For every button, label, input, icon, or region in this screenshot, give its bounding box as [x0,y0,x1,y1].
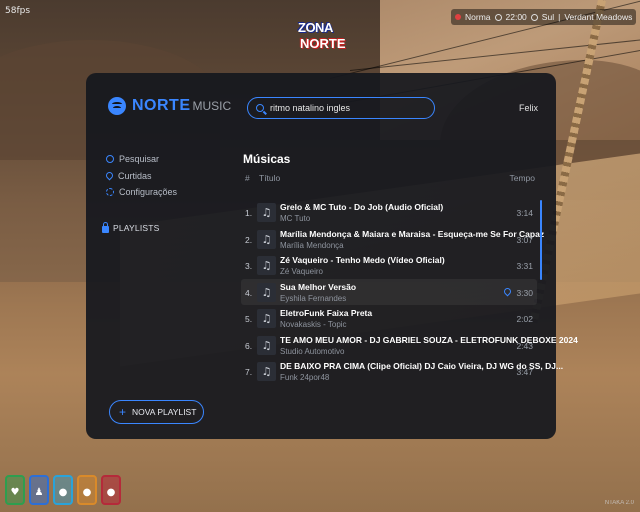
health-icon: ♥ [5,475,25,505]
music-app-window: NORTE MUSIC Felix Pesquisar Curtidas Con… [86,73,578,439]
music-note-icon: ♫ [257,362,276,381]
fps-counter: 58fps [5,6,31,16]
status-label: Norma [465,12,491,22]
track-duration: 3:07 [516,234,533,245]
track-title: Marília Mendonça & Maiara e Maraisa - Es… [280,228,545,239]
playlists-header[interactable]: PLAYLISTS [102,222,160,233]
track-duration: 2:43 [516,340,533,351]
track-row[interactable]: 7. ♫ DE BAIXO PRA CIMA (Clipe Oficial) D… [241,358,563,385]
track-number: 7. [245,367,253,377]
track-artist: Studio Automotivo [280,346,345,356]
watermark: NTAKA 2.0 [604,500,634,506]
thirst-icon: ● [53,475,73,505]
search-icon [106,155,114,164]
search-icon [256,104,264,112]
track-duration: 3:30 [516,287,533,298]
sidebar-nav: Pesquisar Curtidas Configurações [104,151,177,201]
search-box[interactable] [247,97,435,119]
track-artist: Funk 24por48 [280,373,330,382]
track-artist: MC Tuto [280,214,311,223]
track-duration: 2:02 [516,314,533,324]
track-title: TE AMO MEU AMOR - DJ GABRIEL SOUZA - ELE… [280,334,578,345]
track-row[interactable]: 3. ♫ Zé Vaqueiro - Tenho Medo (Vídeo Ofi… [241,252,537,279]
lock-icon [102,222,109,233]
track-title: Zé Vaqueiro - Tenho Medo (Vídeo Oficial) [280,255,445,265]
server-logo: ZONA NORTE [294,20,346,54]
brand-primary: NORTE [132,97,191,114]
track-duration: 3:14 [516,208,533,218]
scrollbar[interactable] [540,200,542,280]
sidebar-item-label: Curtidas [118,170,152,181]
track-artist: Marília Mendonça [280,240,344,250]
clock-icon [494,13,502,21]
track-title: EletroFunk Faixa Preta [280,308,373,318]
playlists-label: PLAYLISTS [113,223,160,233]
track-title: Grelo & MC Tuto - Do Job (Audio Oficial) [280,202,444,212]
column-time: Tempo [509,173,535,183]
sidebar-item-configuracoes[interactable]: Configurações [106,184,177,201]
track-row[interactable]: 1. ♫ Grelo & MC Tuto - Do Job (Audio Ofi… [241,199,537,226]
logo-line2: NORTE [300,36,346,51]
track-duration: 3:47 [516,367,533,377]
sidebar-item-label: Configurações [119,187,178,198]
status-bar: Norma 22:00 Sul | Verdant Meadows [451,9,637,25]
sidebar-item-pesquisar[interactable]: Pesquisar [106,151,177,168]
track-duration: 3:31 [516,261,533,271]
music-note-icon: ♫ [257,335,276,355]
track-row[interactable]: 2. ♫ Marília Mendonça & Maiara e Maraisa… [241,226,544,253]
track-number: 6. [245,340,253,351]
separator: | [558,12,561,22]
sidebar-item-curtidas[interactable]: Curtidas [104,168,177,185]
stress-icon: ● [101,475,121,505]
music-note-icon: ♫ [257,282,276,302]
search-input[interactable] [270,103,420,113]
track-row[interactable]: 6. ♫ TE AMO MEU AMOR - DJ GABRIEL SOUZA … [241,332,578,359]
column-title: Título [259,173,281,183]
status-dot-icon [455,14,461,20]
user-name[interactable]: Felix [519,103,538,113]
music-note-icon: ♫ [257,256,276,275]
new-playlist-button[interactable]: + NOVA PLAYLIST [109,400,204,424]
music-note-icon: ♫ [257,229,276,249]
track-number: 2. [245,234,253,245]
track-artist: Novakaskis - Topic [280,320,347,329]
app-logo: NORTE MUSIC [108,97,231,115]
column-number: # [245,173,250,183]
compass-icon [530,13,538,21]
logo-line1: ZONA [298,20,333,35]
section-title: Músicas [243,152,291,166]
music-note-icon: ♫ [257,203,276,222]
location-label: Verdant Meadows [564,12,633,22]
track-row[interactable]: 4. ♫ Sua Melhor Versão Eyshila Fernandes… [241,278,537,305]
direction-label: Sul [541,12,555,22]
track-number: 3. [245,261,253,271]
gear-icon [106,188,114,197]
spotify-icon [108,97,126,115]
plus-icon: + [119,405,127,419]
track-row[interactable]: 5. ♫ EletroFunk Faixa Preta Novakaskis -… [241,305,537,332]
brand-secondary: MUSIC [192,99,232,113]
time-label: 22:00 [505,12,527,22]
track-title: Sua Melhor Versão [280,281,357,292]
track-artist: Zé Vaqueiro [280,267,323,276]
heart-icon [104,170,115,181]
hunger-icon: ● [77,475,97,505]
track-list: 1. ♫ Grelo & MC Tuto - Do Job (Audio Ofi… [241,199,578,385]
new-playlist-label: NOVA PLAYLIST [132,407,197,417]
track-number: 5. [245,314,253,324]
track-number: 1. [245,208,253,218]
track-number: 4. [245,287,253,298]
sidebar-item-label: Pesquisar [119,154,160,165]
music-note-icon: ♫ [257,309,276,328]
armor-icon: ♟ [29,475,49,505]
like-heart-icon[interactable] [502,286,513,296]
player-stats: ♥ ♟ ● ● ● [5,475,121,505]
track-artist: Eyshila Fernandes [280,293,347,303]
